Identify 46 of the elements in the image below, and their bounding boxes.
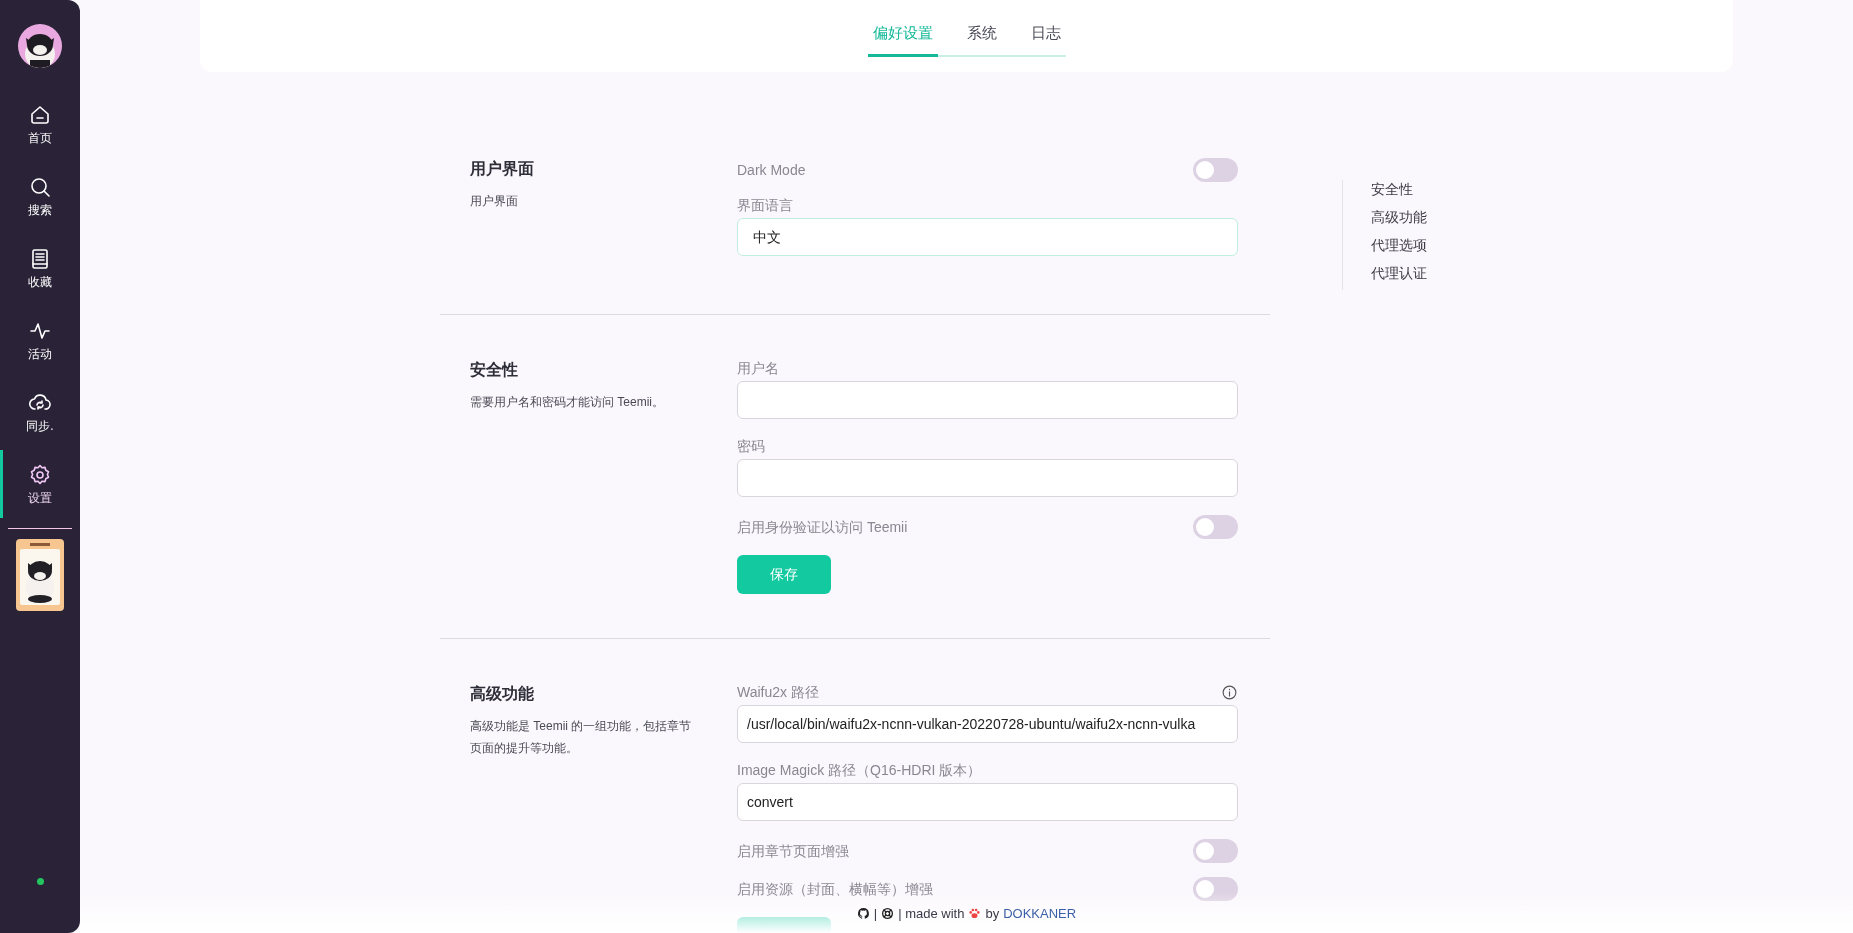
toggle-label: 启用身份验证以访问 Teemii: [737, 517, 908, 537]
footer-text: by: [985, 904, 1000, 923]
section-title: 安全性: [470, 360, 519, 380]
input-field[interactable]: [737, 381, 1238, 419]
lifebuoy-icon: [881, 906, 895, 920]
toc-link[interactable]: 代理选项: [1371, 236, 1427, 255]
toggle-switch[interactable]: [1193, 839, 1238, 863]
separator-text: |: [873, 904, 878, 923]
section-description: 需要用户名和密码才能访问 Teemii。: [470, 394, 665, 411]
search-icon: [28, 175, 52, 199]
toggle-label: 启用资源（封面、横幅等）增强: [737, 879, 933, 899]
tab[interactable]: 系统: [961, 22, 1002, 57]
house-icon: [28, 103, 52, 127]
toc-link[interactable]: 高级功能: [1371, 208, 1427, 227]
field-label: Waifu2x 路径: [737, 682, 819, 702]
input-field[interactable]: [737, 459, 1238, 497]
field-label: 用户名: [737, 358, 779, 378]
sidebar-item[interactable]: 活动: [0, 304, 80, 376]
section-title: 高级功能: [470, 684, 535, 704]
input-field[interactable]: 中文: [737, 218, 1238, 256]
gear-icon: [28, 463, 52, 487]
toggle-switch[interactable]: [1193, 515, 1238, 539]
toc-link[interactable]: 代理认证: [1371, 264, 1427, 283]
tab[interactable]: 日志: [1025, 22, 1066, 57]
sidebar-item[interactable]: 同步.: [0, 376, 80, 448]
sidebar-item[interactable]: 首页: [0, 88, 80, 160]
toggle-label: Dark Mode: [737, 160, 806, 180]
sidebar-item[interactable]: 搜索: [0, 160, 80, 232]
toggle-switch[interactable]: [1193, 158, 1238, 182]
field-label: 界面语言: [737, 195, 793, 215]
section-title: 用户界面: [470, 159, 535, 179]
toc-link[interactable]: 安全性: [1371, 180, 1427, 199]
input-field[interactable]: /usr/local/bin/waifu2x-ncnn-vulkan-20220728-ubuntu/waifu2x-ncnn-vulka: [737, 705, 1238, 743]
input-field[interactable]: convert: [737, 783, 1238, 821]
field-label: Image Magick 路径（Q16-HDRI 版本）: [737, 760, 982, 780]
paw-icon: [968, 906, 982, 920]
author-link[interactable]: DOKKANER: [1003, 903, 1077, 923]
section-description: 高级功能是 Teemii 的一组功能，包括章节页面的提升等功能。: [470, 718, 693, 757]
toggle-label: 启用章节页面增强: [737, 841, 849, 861]
field-label: 密码: [737, 436, 765, 456]
footer-text: | made with: [898, 904, 965, 923]
section-description: 用户界面: [470, 193, 519, 210]
github-icon: [856, 906, 870, 920]
sidebar-item[interactable]: 收藏: [0, 232, 80, 304]
toggle-switch[interactable]: [1193, 877, 1238, 901]
sidebar-item[interactable]: 设置: [0, 448, 80, 520]
